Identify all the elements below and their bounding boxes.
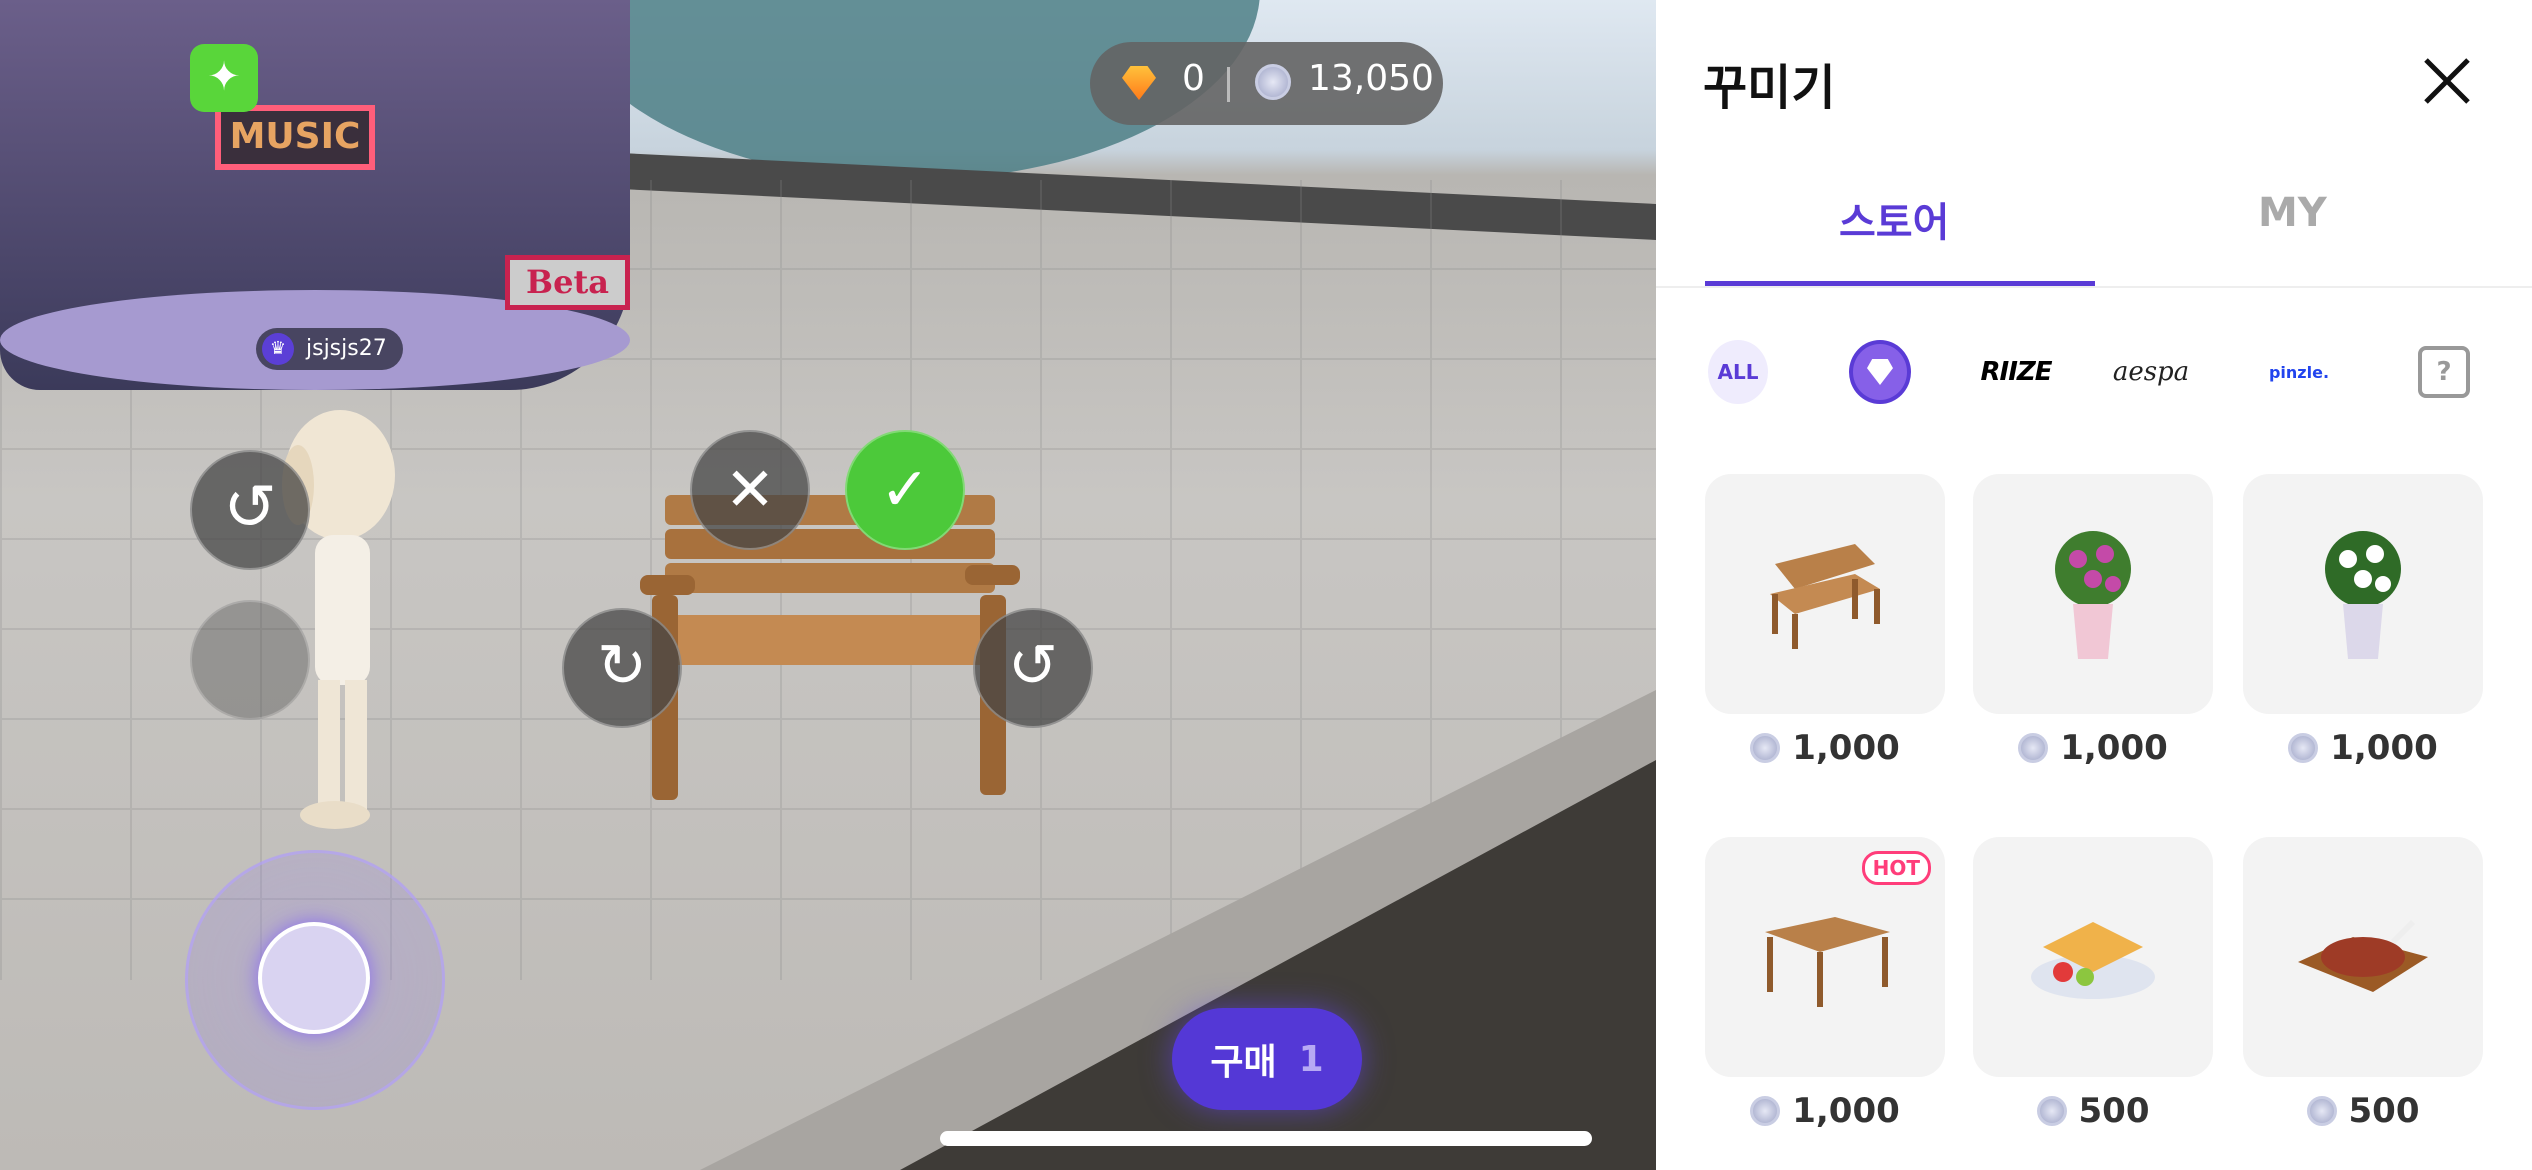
tab-store[interactable]: 스토어 <box>1839 190 1949 248</box>
crown-icon: ♛ <box>262 333 294 365</box>
game-viewport[interactable]: MUSIC Beta ✦ ♛ jsjsjs27 0 13,050 ↺ ✕ ✓ ↻ … <box>0 0 1656 1170</box>
coin-balance: 13,050 <box>1308 58 1434 99</box>
coin-icon <box>2036 1096 2067 1126</box>
price-value: 500 <box>2078 1091 2150 1131</box>
price-value: 1,000 <box>1792 728 1900 768</box>
coin-icon <box>1750 733 1781 763</box>
buy-label: 구매 <box>1210 1042 1277 1083</box>
magic-wand-button[interactable]: ✦ <box>190 44 258 112</box>
magic-wand-icon: ✦ <box>207 54 241 100</box>
item-card-bench[interactable] <box>1705 474 1945 714</box>
gem-icon <box>1867 359 1893 385</box>
placed-bench[interactable] <box>640 495 1020 805</box>
dice-question-icon: ? <box>2436 357 2452 387</box>
currency-bar: 0 13,050 <box>1090 42 1443 125</box>
item-card-wooden-table[interactable]: HOT <box>1705 837 1945 1077</box>
filter-gem[interactable] <box>1849 340 1911 404</box>
confirm-placement-button[interactable]: ✓ <box>845 430 965 550</box>
filter-random-dice[interactable]: ? <box>2418 346 2470 398</box>
coin-icon <box>2018 733 2049 763</box>
rotate-right-icon: ↻ <box>596 631 648 701</box>
gem-balance: 0 <box>1182 58 1205 99</box>
item-price: 1,000 <box>1705 728 1945 768</box>
username-tag[interactable]: ♛ jsjsjs27 <box>256 328 403 370</box>
check-icon: ✓ <box>879 455 931 525</box>
username: jsjsjs27 <box>306 336 387 361</box>
disabled-button <box>190 600 310 720</box>
decorate-panel: 꾸미기 스토어 MY ALL RIIZE aespa pinzle. ? 1,0… <box>1656 0 2532 1170</box>
separator <box>1227 67 1230 102</box>
panel-title: 꾸미기 <box>1703 60 1836 116</box>
tab-my[interactable]: MY <box>2258 190 2327 236</box>
price-value: 1,000 <box>1792 1091 1900 1131</box>
waffle-thumbnail <box>2031 922 2155 999</box>
divider <box>1656 286 2532 288</box>
rotate-counterclockwise-button[interactable]: ↺ <box>973 608 1093 728</box>
item-price: 1,000 <box>2243 728 2483 768</box>
coin-icon <box>2288 733 2319 763</box>
rotate-clockwise-button[interactable]: ↻ <box>562 608 682 728</box>
beta-sign: Beta <box>505 255 630 310</box>
item-price: 500 <box>1973 1091 2213 1131</box>
joystick-handle[interactable] <box>258 922 370 1034</box>
rotate-left-icon: ↺ <box>1007 631 1059 701</box>
item-card-waffle[interactable] <box>1973 837 2213 1077</box>
item-price: 1,000 <box>1705 1091 1945 1131</box>
home-indicator[interactable] <box>940 1131 1592 1146</box>
bench-thumbnail <box>1770 544 1880 649</box>
close-icon: ✕ <box>724 455 776 525</box>
coin-icon <box>1255 64 1291 100</box>
item-price: 1,000 <box>1973 728 2213 768</box>
filter-all[interactable]: ALL <box>1708 340 1768 404</box>
pink-flower-pot-thumbnail <box>2055 531 2131 659</box>
close-icon[interactable] <box>2418 52 2476 110</box>
filter-pinzle[interactable]: pinzle. <box>2254 340 2344 404</box>
item-card-white-flower-pot[interactable] <box>2243 474 2483 714</box>
coin-icon <box>1750 1096 1781 1126</box>
price-value: 500 <box>2348 1091 2420 1131</box>
buy-count: 1 <box>1298 1038 1324 1080</box>
rotate-left-icon: ↺ <box>223 471 277 545</box>
buy-button[interactable]: 구매 1 <box>1172 1008 1362 1110</box>
filter-riize[interactable]: RIIZE <box>1971 340 2061 404</box>
hot-badge: HOT <box>1861 851 1931 885</box>
price-value: 1,000 <box>2330 728 2438 768</box>
item-price: 500 <box>2243 1091 2483 1131</box>
table-thumbnail <box>1765 917 1890 1007</box>
price-value: 1,000 <box>2060 728 2168 768</box>
gem-icon <box>1122 66 1156 100</box>
item-card-pink-flower-pot[interactable] <box>1973 474 2213 714</box>
cancel-placement-button[interactable]: ✕ <box>690 430 810 550</box>
filter-aespa[interactable]: aespa <box>2106 340 2196 404</box>
item-card-steak[interactable] <box>2243 837 2483 1077</box>
coin-icon <box>2306 1096 2337 1126</box>
undo-button[interactable]: ↺ <box>190 450 310 570</box>
steak-thumbnail <box>2298 919 2428 992</box>
white-flower-pot-thumbnail <box>2325 531 2401 659</box>
music-sign: MUSIC <box>215 105 375 170</box>
